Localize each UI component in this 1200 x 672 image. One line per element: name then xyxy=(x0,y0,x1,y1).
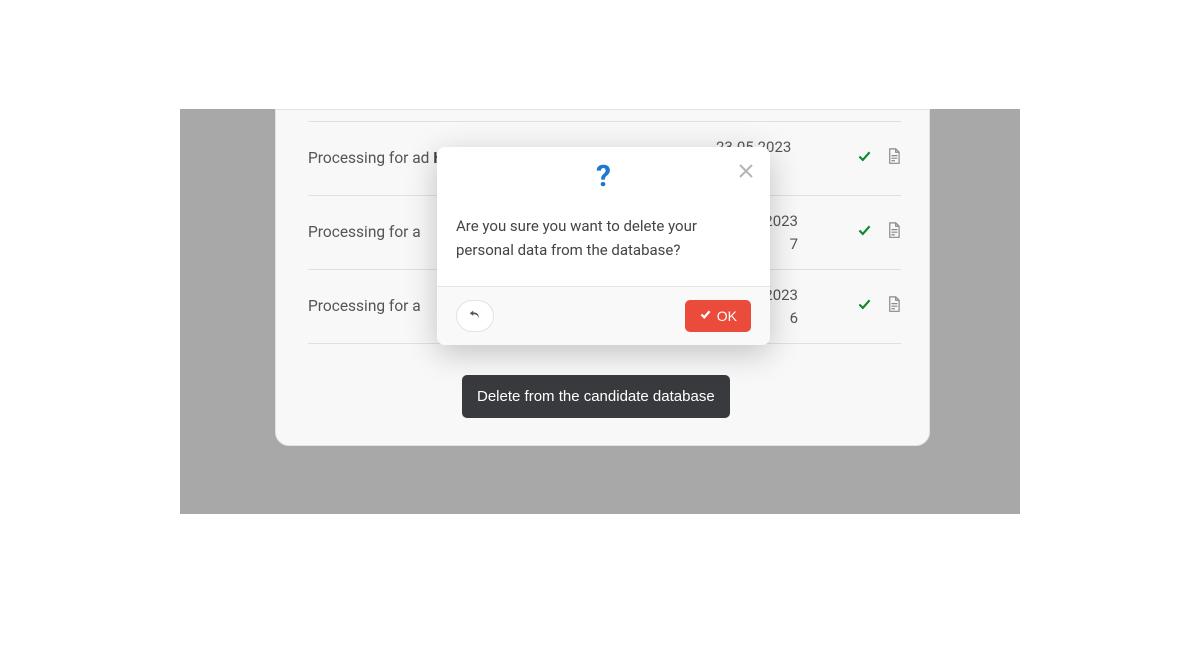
modal-message: Are you sure you want to delete your per… xyxy=(437,194,770,286)
row-prefix: Processing for ad xyxy=(308,149,433,167)
check-icon[interactable] xyxy=(856,222,873,243)
delete-from-database-button[interactable]: Delete from the candidate database xyxy=(462,375,730,418)
confirm-dialog: ? Are you sure you want to delete your p… xyxy=(437,147,770,345)
modal-header: ? xyxy=(437,147,770,194)
document-icon[interactable] xyxy=(887,148,901,169)
row-actions xyxy=(836,222,901,243)
modal-footer: OK xyxy=(437,286,770,345)
check-icon xyxy=(699,308,712,324)
row-actions xyxy=(836,148,901,169)
document-icon[interactable] xyxy=(887,222,901,243)
ok-label: OK xyxy=(717,308,737,324)
back-button[interactable] xyxy=(456,300,494,332)
undo-icon xyxy=(468,308,482,325)
check-icon[interactable] xyxy=(856,296,873,317)
document-icon[interactable] xyxy=(887,296,901,317)
check-icon[interactable] xyxy=(856,148,873,169)
ok-button[interactable]: OK xyxy=(685,300,751,332)
row-prefix: Processing for a xyxy=(308,297,421,315)
question-icon: ? xyxy=(596,159,611,194)
close-icon[interactable] xyxy=(735,160,757,182)
row-prefix: Processing for a xyxy=(308,223,421,241)
row-actions xyxy=(836,296,901,317)
